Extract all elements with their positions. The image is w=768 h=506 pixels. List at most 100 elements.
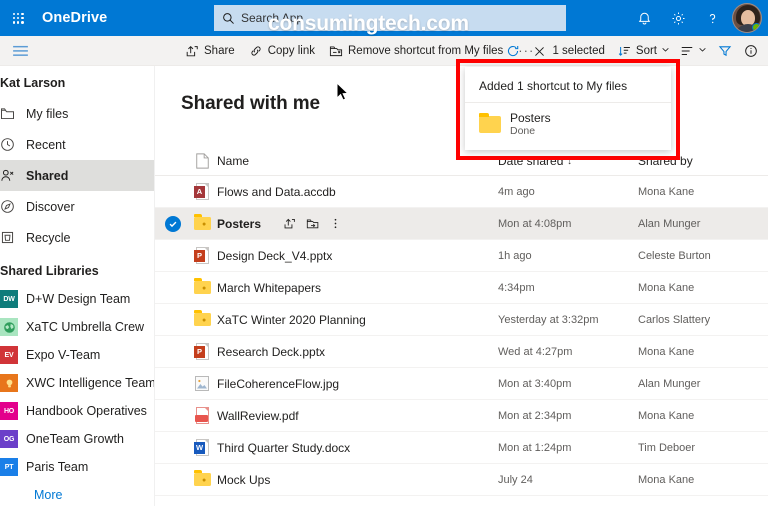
copy-link-button[interactable]: Copy link bbox=[242, 36, 322, 66]
row-date-cell: Mon at 4:08pm bbox=[498, 217, 572, 230]
library-oneteam-growth[interactable]: OG OneTeam Growth bbox=[0, 425, 154, 453]
table-row[interactable]: P Research Deck.pptx Wed at 4:27pm Mona … bbox=[155, 336, 768, 368]
trash-icon bbox=[0, 230, 26, 245]
pdf-file-icon bbox=[187, 406, 217, 425]
library-label: D+W Design Team bbox=[26, 292, 131, 306]
chevron-down-icon bbox=[661, 45, 670, 57]
remove-shortcut-button-label: Remove shortcut from My files bbox=[348, 44, 504, 57]
row-sharedby-cell: Mona Kane bbox=[638, 409, 695, 422]
user-avatar[interactable] bbox=[732, 3, 762, 33]
sidebar-item-recycle[interactable]: Recycle bbox=[0, 222, 154, 253]
onedrive-window: OneDrive Search App Share Copy link Remo… bbox=[0, 0, 768, 506]
file-list: A Flows and Data.accdb 4m ago Mona Kane … bbox=[155, 176, 768, 496]
search-box[interactable] bbox=[214, 5, 566, 31]
share-button-label: Share bbox=[204, 44, 235, 57]
row-name-cell[interactable]: Mock Ups bbox=[217, 473, 498, 487]
filter-icon[interactable] bbox=[712, 36, 738, 66]
row-date-cell: Mon at 2:34pm bbox=[498, 409, 572, 422]
row-name-cell[interactable]: WallReview.pdf bbox=[217, 409, 498, 423]
row-sharedby-cell: Carlos Slattery bbox=[638, 313, 711, 326]
sidebar-item-shared[interactable]: Shared bbox=[0, 160, 154, 191]
table-row[interactable]: ● Posters Mon at 4:08pm Alan Munger bbox=[155, 208, 768, 240]
row-date-cell: Mon at 1:24pm bbox=[498, 441, 572, 454]
row-sharedby-cell: Tim Deboer bbox=[638, 441, 696, 454]
sidebar-item-discover[interactable]: Discover bbox=[0, 191, 154, 222]
search-input[interactable] bbox=[241, 11, 558, 25]
notification-item-name: Posters bbox=[510, 111, 551, 125]
sidebar-more-link[interactable]: More bbox=[0, 481, 154, 506]
sidebar-item-my-files[interactable]: My files bbox=[0, 98, 154, 129]
row-name-cell[interactable]: Design Deck_V4.pptx bbox=[217, 249, 498, 263]
notification-bell-icon[interactable] bbox=[628, 2, 660, 34]
library-label: Expo V-Team bbox=[26, 348, 101, 362]
row-name-cell[interactable]: Third Quarter Study.docx bbox=[217, 441, 498, 455]
table-row[interactable]: ● March Whitepapers 4:34pm Mona Kane bbox=[155, 272, 768, 304]
presence-indicator bbox=[752, 23, 761, 32]
library-label: OneTeam Growth bbox=[26, 432, 124, 446]
row-add-shortcut-icon[interactable] bbox=[306, 217, 319, 230]
library-xatc-umbrella-crew[interactable]: XaTC Umbrella Crew bbox=[0, 313, 154, 341]
row-share-icon[interactable] bbox=[283, 217, 296, 230]
library-label: Paris Team bbox=[26, 460, 89, 474]
notification-item[interactable]: Posters Done bbox=[465, 103, 671, 138]
folder-outline-icon bbox=[0, 106, 26, 121]
library-paris-team[interactable]: PT Paris Team bbox=[0, 453, 154, 481]
sidebar-item-recent[interactable]: Recent bbox=[0, 129, 154, 160]
row-more-actions-icon[interactable] bbox=[329, 217, 342, 230]
library-tile-icon: PT bbox=[0, 458, 18, 476]
library-tile-icon bbox=[0, 374, 18, 392]
suite-actions bbox=[628, 0, 764, 36]
people-icon bbox=[0, 168, 26, 183]
library-tile-icon: EV bbox=[0, 346, 18, 364]
row-name-cell[interactable]: Research Deck.pptx bbox=[217, 345, 498, 359]
library-label: XWC Intelligence Team bbox=[26, 376, 155, 390]
row-sharedby-cell: Celeste Burton bbox=[638, 249, 711, 262]
row-name-cell[interactable]: FileCoherenceFlow.jpg bbox=[217, 377, 498, 391]
row-sharedby-cell: Alan Munger bbox=[638, 377, 701, 390]
access-file-icon: A bbox=[187, 182, 217, 201]
help-question-icon[interactable] bbox=[696, 2, 728, 34]
table-row[interactable]: ● XaTC Winter 2020 Planning Yesterday at… bbox=[155, 304, 768, 336]
toggle-list-pane-icon[interactable] bbox=[0, 36, 40, 66]
table-row[interactable]: WallReview.pdf Mon at 2:34pm Mona Kane bbox=[155, 400, 768, 432]
notification-title: Added 1 shortcut to My files bbox=[465, 67, 671, 103]
row-name-cell[interactable]: March Whitepapers bbox=[217, 281, 498, 295]
library-dw-design-team[interactable]: DW D+W Design Team bbox=[0, 285, 154, 313]
table-row[interactable]: A Flows and Data.accdb 4m ago Mona Kane bbox=[155, 176, 768, 208]
row-name-cell[interactable]: Flows and Data.accdb bbox=[217, 185, 498, 199]
powerpoint-file-icon: P bbox=[187, 342, 217, 361]
image-file-icon bbox=[187, 375, 217, 393]
copy-link-button-label: Copy link bbox=[267, 44, 315, 57]
shared-folder-icon: ● bbox=[187, 278, 217, 297]
row-name-cell[interactable]: XaTC Winter 2020 Planning bbox=[217, 313, 498, 327]
library-xwc-intelligence-team[interactable]: XWC Intelligence Team bbox=[0, 369, 154, 397]
shared-libraries-header: Shared Libraries bbox=[0, 264, 99, 278]
share-button[interactable]: Share bbox=[178, 36, 242, 66]
search-icon bbox=[222, 12, 235, 25]
suite-header: OneDrive bbox=[0, 0, 768, 36]
row-date-cell: 4m ago bbox=[498, 185, 535, 198]
sidebar-item-label: Discover bbox=[26, 199, 75, 214]
row-date-cell: 4:34pm bbox=[498, 281, 535, 294]
notification-item-status: Done bbox=[510, 125, 536, 137]
word-file-icon: W bbox=[187, 438, 217, 457]
library-expo-v-team[interactable]: EV Expo V-Team bbox=[0, 341, 154, 369]
row-date-cell: Wed at 4:27pm bbox=[498, 345, 573, 358]
details-info-icon[interactable] bbox=[738, 36, 764, 66]
sort-label: Sort bbox=[635, 45, 657, 57]
view-options-button[interactable] bbox=[675, 36, 712, 66]
settings-gear-icon[interactable] bbox=[662, 2, 694, 34]
app-launcher-icon[interactable] bbox=[0, 0, 36, 36]
table-row[interactable]: FileCoherenceFlow.jpg Mon at 3:40pm Alan… bbox=[155, 368, 768, 400]
row-checkbox[interactable] bbox=[155, 215, 187, 232]
row-sharedby-cell: Mona Kane bbox=[638, 281, 695, 294]
shared-folder-icon: ● bbox=[187, 214, 217, 233]
app-brand-title[interactable]: OneDrive bbox=[42, 10, 107, 26]
library-handbook-operatives[interactable]: HO Handbook Operatives bbox=[0, 397, 154, 425]
table-row[interactable]: W Third Quarter Study.docx Mon at 1:24pm… bbox=[155, 432, 768, 464]
sidebar-item-label: Shared bbox=[26, 168, 69, 183]
table-row[interactable]: ● Mock Ups July 24 Mona Kane bbox=[155, 464, 768, 496]
table-row[interactable]: P Design Deck_V4.pptx 1h ago Celeste Bur… bbox=[155, 240, 768, 272]
row-name-cell[interactable]: Posters bbox=[217, 217, 498, 231]
shared-folder-icon: ● bbox=[187, 310, 217, 329]
